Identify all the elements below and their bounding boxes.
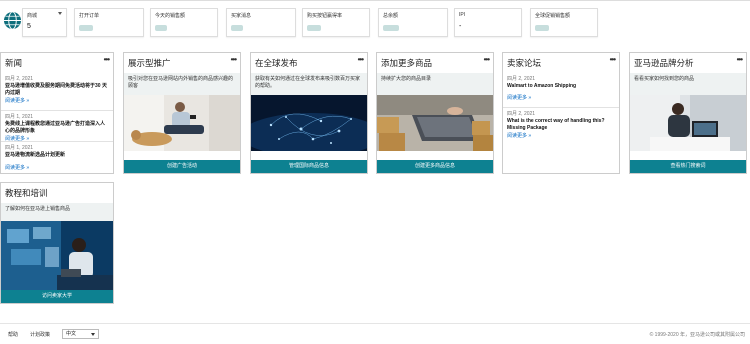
forum-post: 四月 2, 2021 What is the correct way of ha… xyxy=(507,110,615,139)
description-text: 了解如何在亚马逊上销售商品 xyxy=(5,206,71,212)
metric-value: 5 xyxy=(27,23,31,30)
metric-value-redacted xyxy=(155,25,167,31)
more-options-icon[interactable]: ••• xyxy=(737,55,743,64)
metric-label: 购买按钮赢得率 xyxy=(307,13,343,19)
metric-label: 全球促销销售额 xyxy=(535,13,571,19)
footer-divider xyxy=(0,323,750,324)
card-description: 吸引对您在亚马逊网站内外销售的商品感兴趣的顾客 xyxy=(124,73,240,95)
metric-value-redacted xyxy=(231,25,243,31)
globe-icon[interactable] xyxy=(3,11,22,30)
card-title: 在全球发布 xyxy=(255,58,298,68)
card-title: 亚马逊品牌分析 xyxy=(634,58,694,68)
metric-value-redacted xyxy=(383,25,399,31)
create-listings-button[interactable]: 创建更多商品信息 xyxy=(377,160,493,173)
language-value: 中文 xyxy=(66,331,77,337)
metric-ipi[interactable]: IPI - xyxy=(454,8,522,37)
chevron-down-icon xyxy=(58,12,62,15)
more-options-icon[interactable]: ••• xyxy=(610,55,616,64)
global-selling-card: 在全球发布 ••• 获取有关如何通过在全球发布来吸引数百万买家的帮助。 管理国际… xyxy=(250,52,368,174)
metric-value-redacted xyxy=(535,25,549,31)
metric-total-balance[interactable]: 总余额 xyxy=(378,8,448,37)
card-image xyxy=(124,95,240,151)
news-headline[interactable]: 亚马逊物流新选品计划更新 xyxy=(5,152,109,159)
card-description: 看看买家如何找到您的商品 xyxy=(630,73,746,95)
more-options-icon[interactable]: ••• xyxy=(104,55,110,64)
seller-forums-card: 卖家论坛 ••• 四月 2, 2021 Walmart to Amazon Sh… xyxy=(502,52,620,174)
news-headline[interactable]: 亚马逊增值收费及服务期间免费活动将于30 天内过期 xyxy=(5,83,109,96)
card-description: 持续扩大您的商品目录 xyxy=(377,73,493,95)
metric-today-sales[interactable]: 今天的销售额 xyxy=(150,8,218,37)
chevron-down-icon xyxy=(91,333,95,336)
post-date: 四月 2, 2021 xyxy=(507,111,536,117)
divider xyxy=(1,141,113,142)
metric-global-promo-sales[interactable]: 全球促销销售额 xyxy=(530,8,598,37)
post-title[interactable]: What is the correct way of handling this… xyxy=(507,118,615,131)
more-options-icon[interactable]: ••• xyxy=(358,55,364,64)
card-title: 卖家论坛 xyxy=(507,58,542,68)
description-text: 获取有关如何通过在全球发布来吸引数百万买家的帮助。 xyxy=(255,76,361,89)
metric-value-redacted xyxy=(79,25,93,31)
manage-international-listings-button[interactable]: 管理国际商品信息 xyxy=(251,160,367,173)
card-title: 展示型推广 xyxy=(128,58,171,68)
news-item: 四月 2, 2021 亚马逊增值收费及服务期间免费活动将于30 天内过期 阅读更… xyxy=(5,75,109,104)
metric-buyer-messages[interactable]: 买家消息 xyxy=(226,8,296,37)
metric-label: IPI xyxy=(459,12,466,18)
news-item: 四月 1, 2021 免费线上课程教您通过亚马逊广告打造深入人心的品牌形象 阅读… xyxy=(5,113,109,142)
card-title: 新闻 xyxy=(5,58,23,68)
tutorials-training-card: 教程和培训 了解如何在亚马逊上销售商品 访问卖家大学 xyxy=(0,182,114,304)
card-description: 获取有关如何通过在全球发布来吸引数百万买家的帮助。 xyxy=(251,73,367,95)
read-more-link[interactable]: 阅读更多 » xyxy=(5,164,109,171)
news-date: 四月 1, 2021 xyxy=(5,114,34,120)
metric-label: 总余额 xyxy=(383,13,399,19)
metric-buy-box[interactable]: 购买按钮赢得率 xyxy=(302,8,370,37)
program-policies-link[interactable]: 计划政策 xyxy=(30,331,50,338)
read-more-link[interactable]: 阅读更多 » xyxy=(5,97,109,104)
copyright: © 1999-2020 年，亚马逊公司或其附属公司 xyxy=(649,332,745,338)
read-more-link[interactable]: 阅读更多 » xyxy=(507,132,615,139)
news-card: 新闻 ••• 四月 2, 2021 亚马逊增值收费及服务期间免费活动将于30 天… xyxy=(0,52,114,174)
description-text: 持续扩大您的商品目录 xyxy=(381,76,432,82)
metric-marketplace[interactable]: 商城 5 xyxy=(22,8,67,37)
card-image xyxy=(251,95,367,151)
view-top-search-terms-button[interactable]: 查看热门搜索词 xyxy=(630,160,746,173)
brand-analytics-card: 亚马逊品牌分析 ••• 看看买家如何找到您的商品 查看热门搜索词 xyxy=(629,52,747,174)
more-options-icon[interactable]: ••• xyxy=(231,55,237,64)
metric-label: 今天的销售额 xyxy=(155,13,186,19)
news-headline[interactable]: 免费线上课程教您通过亚马逊广告打造深入人心的品牌形象 xyxy=(5,121,109,134)
news-date: 四月 1, 2021 xyxy=(5,145,34,151)
metric-label: 商城 xyxy=(27,13,38,19)
top-divider xyxy=(0,0,750,1)
create-campaign-button[interactable]: 创建广告活动 xyxy=(124,160,240,173)
language-select[interactable]: 中文 xyxy=(62,329,99,339)
metric-value: - xyxy=(459,23,462,30)
card-image xyxy=(1,221,113,291)
more-options-icon[interactable]: ••• xyxy=(484,55,490,64)
help-link[interactable]: 帮助 xyxy=(8,331,18,338)
post-date: 四月 2, 2021 xyxy=(507,76,536,82)
metric-label: 打开订单 xyxy=(79,13,100,19)
news-date: 四月 2, 2021 xyxy=(5,76,34,82)
card-title: 添加更多商品 xyxy=(381,58,433,68)
description-text: 看看买家如何找到您的商品 xyxy=(634,76,695,82)
post-title[interactable]: Walmart to Amazon Shipping xyxy=(507,83,615,90)
card-image xyxy=(630,95,746,151)
sponsored-display-card: 展示型推广 ••• 吸引对您在亚马逊网站内外销售的商品感兴趣的顾客 创建广告活动 xyxy=(123,52,241,174)
metric-label: 买家消息 xyxy=(231,13,252,19)
news-item: 四月 1, 2021 亚马逊物流新选品计划更新 阅读更多 » xyxy=(5,144,109,171)
metric-open-orders[interactable]: 打开订单 xyxy=(74,8,144,37)
visit-seller-university-button[interactable]: 访问卖家大学 xyxy=(1,290,113,303)
add-products-card: 添加更多商品 ••• 持续扩大您的商品目录 创建更多商品信息 xyxy=(376,52,494,174)
forum-post: 四月 2, 2021 Walmart to Amazon Shipping 阅读… xyxy=(507,75,615,101)
divider xyxy=(503,107,619,108)
card-title: 教程和培训 xyxy=(5,188,48,198)
read-more-link[interactable]: 阅读更多 » xyxy=(507,94,615,101)
metric-value-redacted xyxy=(307,25,321,31)
card-image xyxy=(377,95,493,151)
divider xyxy=(1,110,113,111)
description-text: 吸引对您在亚马逊网站内外销售的商品感兴趣的顾客 xyxy=(128,76,234,89)
